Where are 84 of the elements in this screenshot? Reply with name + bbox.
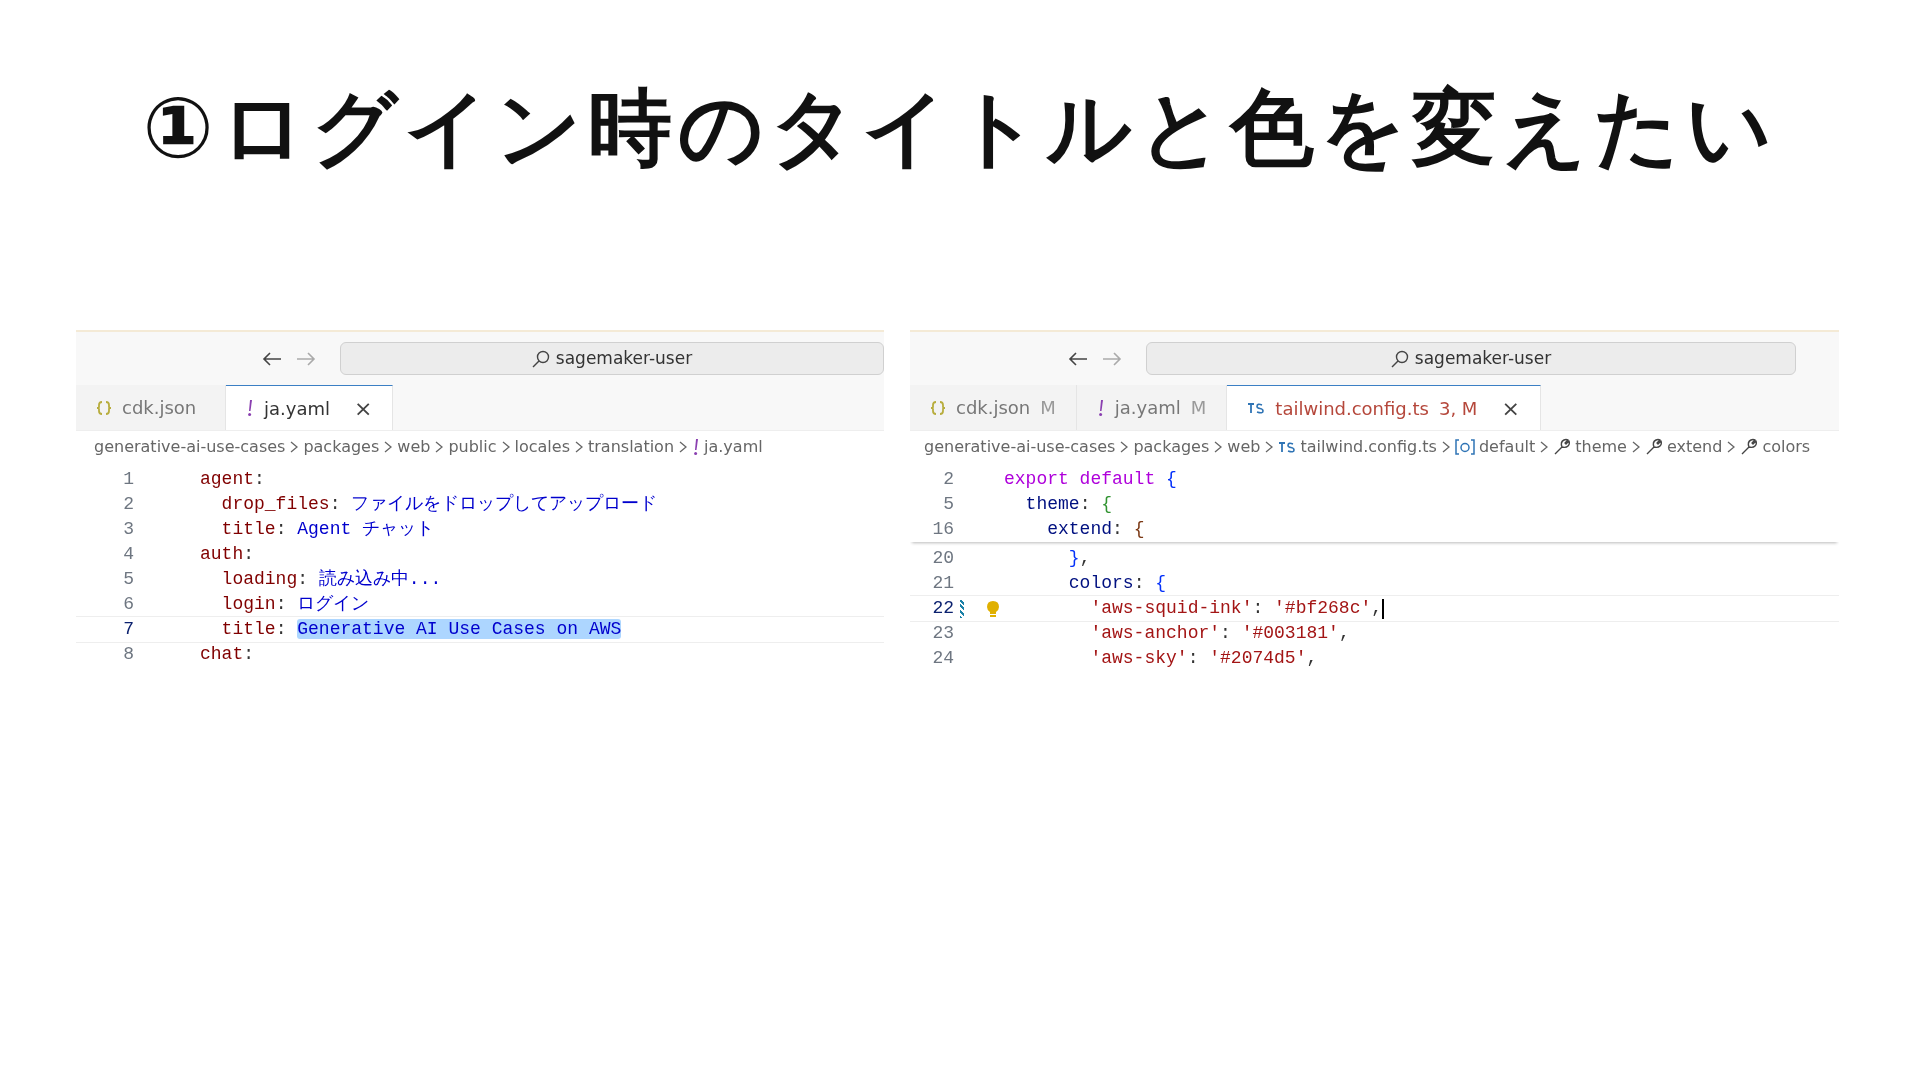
breadcrumb-item[interactable]: web	[1227, 435, 1261, 459]
breadcrumb-item[interactable]: tailwind.config.ts	[1278, 435, 1437, 459]
editor-tab[interactable]: ja.yaml M	[1076, 385, 1228, 430]
line-number: 6	[122, 593, 134, 616]
code-line: 'aws-squid-ink': '#bf268c',	[1089, 597, 1383, 620]
back-arrow-icon	[262, 350, 282, 367]
line-number: 22	[931, 597, 954, 620]
chevron-icon	[575, 441, 583, 453]
chevron-icon	[1265, 441, 1274, 453]
editor-tab[interactable]: ja.yaml ×	[226, 385, 394, 430]
breadcrumb-item[interactable]: ja.yaml	[692, 435, 763, 459]
code-line: auth:	[200, 543, 255, 566]
line-number: 7	[122, 618, 134, 641]
editor-tab[interactable]: cdk.json M	[910, 385, 1077, 430]
ts-file-icon	[1278, 441, 1297, 453]
chevron-icon	[1214, 441, 1223, 453]
braces-icon	[930, 399, 946, 416]
chevron-icon	[679, 441, 688, 453]
breadcrumb-item[interactable]: colors	[1740, 435, 1811, 459]
code-line: },	[1067, 547, 1091, 570]
line-number: 4	[122, 543, 134, 566]
code-line: loading: 読み込み中...	[220, 568, 442, 591]
ts-file-icon	[1247, 402, 1266, 414]
close-button[interactable]: ×	[354, 391, 373, 425]
code-line: drop_files: ファイルをドロップしてアップロード	[220, 492, 658, 516]
breadcrumb-item[interactable]: packages	[303, 435, 380, 459]
line-number: 5	[122, 568, 134, 591]
breadcrumb-item[interactable]: theme	[1553, 435, 1627, 459]
search-field[interactable]: sagemaker-user	[340, 342, 884, 375]
line-number: 1	[122, 468, 134, 491]
breadcrumb-item[interactable]: extend	[1644, 435, 1723, 459]
breadcrumb-item[interactable]: default	[1454, 435, 1536, 459]
chevron-icon	[384, 441, 393, 453]
exclamation-icon	[692, 438, 701, 456]
exclamation-icon	[246, 399, 254, 417]
line-number: 8	[122, 643, 134, 666]
line-number: 3	[122, 518, 134, 541]
search-icon	[1390, 349, 1409, 368]
code-line: title: Agent チャット	[220, 518, 435, 541]
chevron-icon	[1727, 441, 1736, 453]
forward-arrow-icon	[1102, 350, 1122, 367]
editor-tab[interactable]: tailwind.config.ts 3, M ×	[1227, 385, 1541, 430]
breadcrumb-item[interactable]: generative-ai-use-cases	[924, 435, 1116, 459]
chevron-icon	[501, 441, 510, 453]
editor-tab[interactable]: cdk.json	[76, 385, 226, 430]
line-number: 5	[942, 493, 954, 516]
code-line: title: Generative AI Use Cases on AWS	[220, 618, 622, 641]
line-number: 23	[931, 622, 954, 645]
variable-icon	[1454, 439, 1475, 455]
code-line: chat:	[200, 643, 255, 666]
line-number: 2	[122, 493, 134, 516]
breadcrumb-item[interactable]: web	[397, 435, 431, 459]
search-field[interactable]: sagemaker-user	[1146, 342, 1796, 375]
braces-icon	[96, 399, 112, 416]
line-number: 20	[931, 547, 954, 570]
chevron-icon	[1540, 441, 1549, 453]
breadcrumb-item[interactable]: locales	[514, 435, 570, 459]
chevron-icon	[290, 441, 299, 453]
breadcrumb-item[interactable]: generative-ai-use-cases	[94, 435, 286, 459]
slide-title: ①ログイン時のタイトルと色を変えたい	[141, 78, 1779, 179]
line-number: 24	[931, 647, 954, 670]
line-number: 16	[931, 518, 954, 541]
code-line: 'aws-anchor': '#003181',	[1089, 622, 1350, 645]
line-number: 2	[942, 468, 954, 491]
chevron-icon	[1631, 441, 1640, 453]
breadcrumb-item[interactable]: public	[448, 435, 497, 459]
chevron-icon	[435, 441, 444, 453]
code-line: theme: {	[1024, 493, 1113, 516]
chevron-icon	[1120, 441, 1129, 453]
breadcrumb-item[interactable]: packages	[1133, 435, 1210, 459]
code-line: colors: {	[1067, 572, 1167, 595]
exclamation-icon	[1096, 398, 1105, 417]
search-icon	[531, 349, 550, 368]
code-line: agent:	[200, 468, 265, 491]
close-button[interactable]: ×	[1501, 391, 1520, 425]
line-number: 21	[931, 572, 954, 595]
code-line: 'aws-sky': '#2074d5',	[1089, 647, 1318, 670]
back-arrow-icon	[1068, 350, 1088, 367]
code-line: extend: {	[1046, 518, 1145, 541]
code-line: export default {	[1004, 468, 1177, 491]
chevron-icon	[1441, 441, 1450, 453]
forward-arrow-icon	[296, 350, 316, 367]
breadcrumb-item[interactable]: translation	[588, 435, 675, 459]
code-line: login: ログイン	[220, 593, 370, 616]
